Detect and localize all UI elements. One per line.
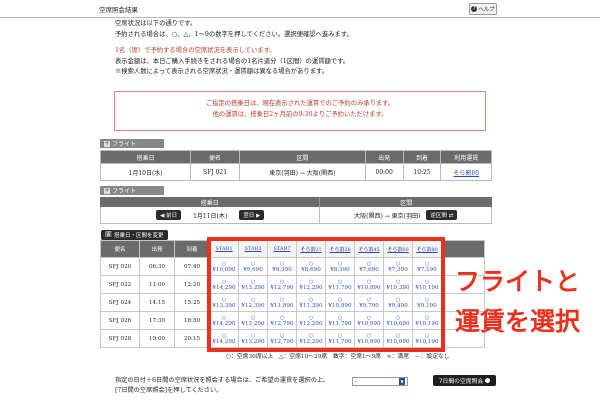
intro-line: ※検索人数によって表示される空席状況・運賃額は異なる場合があります。 — [115, 68, 328, 75]
col-header: 便名 — [190, 150, 240, 164]
callout-line: 運賃を選択 — [455, 307, 581, 336]
intro-line: 表示金額は、本日ご購入手続きをされる場合の1名片道分（1区間）の運賃額です。 — [115, 57, 350, 65]
cell-dep: 19:00 — [139, 329, 175, 348]
cell-dep: 06:30 — [139, 257, 175, 276]
col-header: 到着 — [402, 150, 442, 164]
cell-dep: 17:30 — [139, 311, 175, 330]
route-text: 大阪(関西) → 東京(羽田) — [354, 212, 421, 220]
flight-section-return: + フライト — [100, 186, 164, 195]
intro-line-red: 1名（席）で予約する場合の空席状況を表示しています。 — [115, 47, 276, 54]
availability-legend: ○：空席30席以上 △：空席10〜29席 数字：空席1〜9席 ×：満席 —：設定… — [226, 354, 450, 360]
blank-header — [441, 240, 485, 258]
cell: 10:25 — [402, 163, 442, 181]
chevron-down-icon: ▼ — [399, 378, 405, 385]
change-date-route-button[interactable]: 🗓 搭乗日・区間を変更 — [101, 230, 168, 240]
date-header: 搭乗日 — [100, 197, 321, 207]
plus-icon: + — [104, 186, 110, 194]
callout-text: フライトと 運賃を選択 — [455, 262, 595, 342]
cell-arr: 18:50 — [174, 311, 210, 330]
cell-flight: SFJ 026 — [100, 311, 140, 330]
week-search-text: 指定の日付＋6日間の空席状況を照会する場合は、ご希望の運賃を選択の上、[7日間の… — [115, 377, 330, 394]
cell-arr: 20:15 — [174, 329, 210, 348]
col-header: 搭乗日 — [99, 150, 192, 164]
highlight-box — [207, 237, 445, 352]
cell-dep: 11:00 — [139, 275, 175, 294]
notice-line: 他の運賃は、搭乗日2ヶ月前の9:30よりご予約いただけます。 — [212, 111, 388, 118]
next-day-button[interactable]: 翌日 ▶ — [239, 210, 265, 220]
cell: 09:00 — [364, 163, 404, 181]
page-title: 空席照会結果 — [99, 6, 138, 14]
intro-line: 空席状況は以下の通りです。 — [115, 20, 197, 27]
cell-arr: 15:25 — [174, 293, 210, 312]
return-row: ◀ 前日 1月11日(木) 翌日 ▶ 大阪(関西) → 東京(羽田) 逆区間 ⇄ — [100, 207, 492, 224]
cell-flight: SFJ 028 — [100, 329, 140, 348]
col-header: 到着 — [174, 240, 210, 258]
reverse-route-button[interactable]: 逆区間 ⇄ — [426, 210, 458, 220]
cell-flight: SFJ 022 — [100, 275, 140, 294]
cell: 東京(羽田) → 大阪(関西) — [238, 163, 366, 181]
fare-select[interactable]: - ▼ — [352, 377, 408, 386]
cell-arr: 12:20 — [174, 275, 210, 294]
cell-flight: SFJ 020 — [100, 257, 140, 276]
route-header: 区間 — [400, 199, 413, 207]
top-bar: 空席照会結果 ? ヘルプ — [0, 0, 600, 18]
section-label: フライト — [112, 188, 137, 195]
notice-box: ご指定の搭乗日は、現在表示された運賃でのご予約のみ承ります。 他の運賃は、搭乗日… — [114, 91, 486, 131]
prev-day-button[interactable]: ◀ 前日 — [156, 210, 182, 220]
arrow-circle-icon — [485, 378, 491, 383]
outbound-flight-table: 搭乗日 便名 区間 出発 到着 利用運賃 1月10日(水) SFJ 021 東京… — [99, 150, 492, 181]
help-label: ヘルプ — [478, 7, 495, 13]
return-header: 搭乗日 区間 — [100, 197, 492, 207]
intro-text: 空席状況は以下の通りです。 予約される場合は、○、△、1〜9の数字を押してくださ… — [115, 19, 495, 78]
col-header: 出発 — [139, 240, 175, 258]
question-icon: ? — [471, 6, 478, 12]
help-button[interactable]: ? ヘルプ — [469, 3, 497, 15]
col-header: 利用運賃 — [440, 150, 492, 164]
select-value: - — [355, 378, 358, 385]
section-header: + フライト — [100, 186, 164, 195]
plus-icon: + — [104, 139, 110, 147]
cell: SFJ 021 — [190, 163, 240, 181]
flight-section-outbound: + フライト 搭乗日 便名 区間 出発 到着 利用運賃 1月10日(水) SFJ… — [99, 139, 492, 181]
cell-flight: SFJ 024 — [100, 293, 140, 312]
cell-arr: 07:40 — [174, 257, 210, 276]
section-header: + フライト — [100, 139, 164, 148]
cell-dep: 14:15 — [139, 293, 175, 312]
col-header: 区間 — [238, 150, 366, 164]
calendar-icon: 🗓 — [105, 232, 112, 238]
selected-date: 1月11日(木) — [193, 212, 228, 220]
notice-line: ご指定の搭乗日は、現在表示された運賃でのご予約のみ承ります。 — [205, 100, 395, 107]
date-change-label: 搭乗日・区間を変更 — [113, 233, 164, 239]
fare-link[interactable]: そら割80 — [453, 170, 479, 177]
section-label: フライト — [112, 141, 137, 148]
intro-line: 予約される場合は、○、△、1〜9の数字を押してください。選択便確認へ進みます。 — [115, 30, 353, 38]
return-flight-box: 搭乗日 区間 ◀ 前日 1月11日(木) 翌日 ▶ 大阪(関西) → 東京(羽田… — [100, 197, 492, 224]
cell-fare-link[interactable]: そら割80 — [440, 163, 492, 181]
cell: 1月10日(水) — [99, 163, 192, 181]
col-header: 便名 — [100, 240, 140, 258]
week-button-label: 7日間の空席照会 — [438, 379, 484, 385]
seven-day-search-button[interactable]: 7日間の空席照会 — [433, 375, 496, 386]
callout-line: フライトと — [455, 267, 581, 296]
col-header: 出発 — [364, 150, 404, 164]
